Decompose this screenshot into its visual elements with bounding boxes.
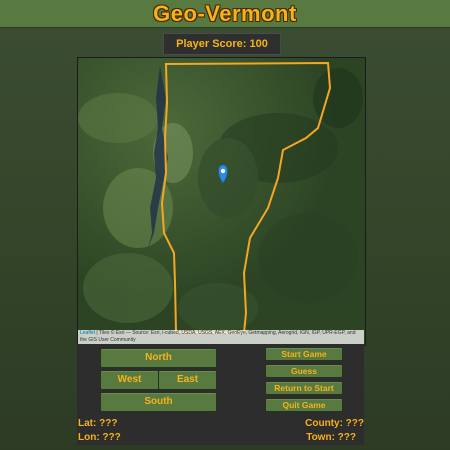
return-to-start-button[interactable]: Return to Start — [265, 381, 343, 395]
south-button[interactable]: South — [100, 392, 217, 412]
start-game-button[interactable]: Start Game — [265, 347, 343, 361]
attribution-text: | Tiles © Esri — Source: Esri, i-cubed, … — [80, 330, 356, 343]
north-button[interactable]: North — [100, 348, 217, 368]
player-score: Player Score: 100 — [163, 33, 281, 55]
quit-game-button[interactable]: Quit Game — [265, 398, 343, 412]
map-attribution: Leaflet | Tiles © Esri — Source: Esri, i… — [78, 330, 364, 344]
map-canvas[interactable] — [78, 58, 365, 345]
satellite-map[interactable] — [77, 57, 366, 346]
county-readout: County: ??? — [305, 418, 364, 429]
latitude-readout: Lat: ??? — [78, 418, 118, 429]
app-title: Geo-Vermont — [153, 1, 297, 26]
town-readout: Town: ??? — [306, 432, 356, 443]
longitude-readout: Lon: ??? — [78, 432, 121, 443]
leaflet-link[interactable]: Leaflet — [80, 330, 95, 336]
east-button[interactable]: East — [158, 370, 217, 390]
west-button[interactable]: West — [100, 370, 159, 390]
guess-button[interactable]: Guess — [265, 364, 343, 378]
